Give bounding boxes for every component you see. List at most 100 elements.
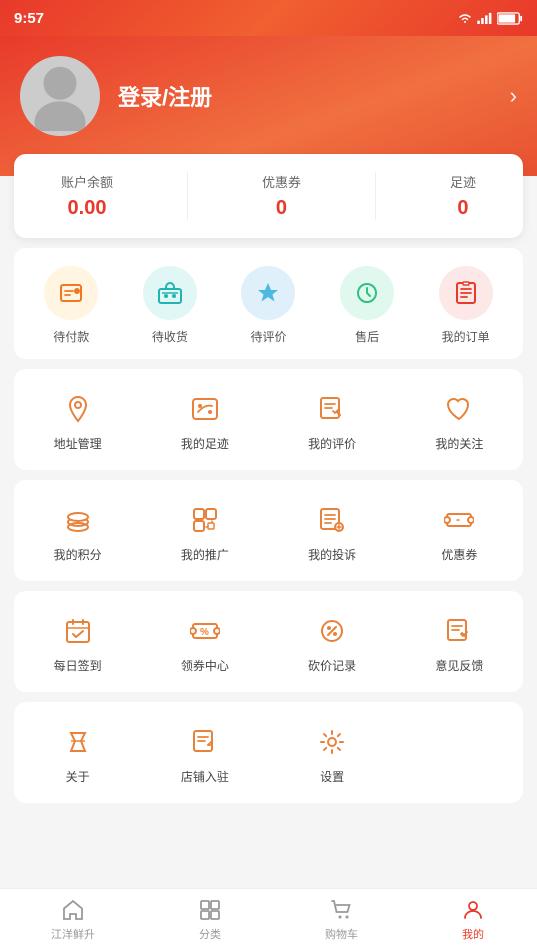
- stats-card: 账户余额 0.00 优惠券 0 足迹 0: [14, 154, 523, 238]
- address-icon: [60, 391, 96, 427]
- grid-item-bargain[interactable]: 砍价记录: [269, 597, 396, 686]
- grid-item-coupon[interactable]: 优惠券: [396, 486, 523, 575]
- points-icon: [60, 502, 96, 538]
- stat-balance[interactable]: 账户余额 0.00: [61, 172, 113, 220]
- grid-row-1: 地址管理 我的足迹 我的评价 我的关注: [14, 375, 523, 464]
- promote-icon: [187, 502, 223, 538]
- grid-item-feedback[interactable]: 意见反馈: [396, 597, 523, 686]
- status-icons: [457, 12, 523, 25]
- grid-item-dailycheckin[interactable]: 每日签到: [14, 597, 141, 686]
- stat-balance-value: 0.00: [68, 197, 107, 220]
- aftersale-icon: [340, 266, 394, 320]
- coupon-icon: [441, 502, 477, 538]
- category-icon: [197, 897, 223, 923]
- about-icon: [60, 724, 96, 760]
- feedback-icon: [441, 613, 477, 649]
- grid-item-footprint[interactable]: 我的足迹: [141, 375, 268, 464]
- status-bar: 9:57: [0, 0, 537, 36]
- nav-category-label: 分类: [199, 926, 221, 942]
- myreview-label: 我的评价: [308, 435, 356, 452]
- pending-receive-label: 待收货: [152, 328, 188, 345]
- stat-footprint-label: 足迹: [450, 172, 476, 191]
- time-display: 9:57: [14, 10, 44, 27]
- feedback-label: 意见反馈: [435, 657, 483, 674]
- pending-pay-icon: [44, 266, 98, 320]
- grid-section-4: 关于 店铺入驻 设置: [14, 702, 523, 803]
- nav-mine-label: 我的: [462, 926, 484, 942]
- orders-section: 待付款 待收货 待评价 售后 我的订单: [14, 248, 523, 359]
- stat-coupon-value: 0: [276, 197, 287, 220]
- shopapply-icon: [187, 724, 223, 760]
- avatar[interactable]: [20, 56, 100, 136]
- wifi-icon: [457, 12, 473, 24]
- my-orders-icon: [439, 266, 493, 320]
- stat-divider-1: [187, 172, 188, 220]
- address-label: 地址管理: [54, 435, 102, 452]
- stat-balance-label: 账户余额: [61, 172, 113, 191]
- grid-item-promote[interactable]: 我的推广: [141, 486, 268, 575]
- grid-section-3: 每日签到 % 领券中心 砍价记录 意见反馈: [14, 591, 523, 692]
- getcoupon-icon: %: [187, 613, 223, 649]
- order-pending-receive[interactable]: 待收货: [143, 266, 197, 345]
- mine-icon: [460, 897, 486, 923]
- grid-item-points[interactable]: 我的积分: [14, 486, 141, 575]
- bargain-label: 砍价记录: [308, 657, 356, 674]
- login-register-text[interactable]: 登录/注册: [118, 80, 492, 112]
- about-label: 关于: [66, 768, 90, 785]
- pending-pay-label: 待付款: [53, 328, 89, 345]
- bargain-icon: [314, 613, 350, 649]
- nav-item-mine[interactable]: 我的: [460, 897, 486, 942]
- grid-item-address[interactable]: 地址管理: [14, 375, 141, 464]
- battery-icon: [497, 12, 523, 25]
- complaint-label: 我的投诉: [308, 546, 356, 563]
- dailycheckin-icon: [60, 613, 96, 649]
- footprint-label: 我的足迹: [181, 435, 229, 452]
- order-pending-review[interactable]: 待评价: [241, 266, 295, 345]
- header-arrow-icon[interactable]: ›: [510, 83, 517, 109]
- grid-item-myfavorite[interactable]: 我的关注: [396, 375, 523, 464]
- coupon-label: 优惠券: [441, 546, 477, 563]
- pending-review-icon: [241, 266, 295, 320]
- shopapply-label: 店铺入驻: [181, 768, 229, 785]
- grid-row-2: 我的积分 我的推广 我的投诉 优惠券: [14, 486, 523, 575]
- cart-icon: [329, 897, 355, 923]
- stat-footprint[interactable]: 足迹 0: [450, 172, 476, 220]
- nav-home-label: 江洋鲜升: [51, 926, 95, 942]
- grid-item-myreview[interactable]: 我的评价: [269, 375, 396, 464]
- order-pending-pay[interactable]: 待付款: [44, 266, 98, 345]
- aftersale-label: 售后: [355, 328, 379, 345]
- myreview-icon: [314, 391, 350, 427]
- myfavorite-label: 我的关注: [435, 435, 483, 452]
- svg-text:%: %: [200, 627, 209, 638]
- grid-item-complaint[interactable]: 我的投诉: [269, 486, 396, 575]
- nav-item-category[interactable]: 分类: [197, 897, 223, 942]
- points-label: 我的积分: [54, 546, 102, 563]
- complaint-icon: [314, 502, 350, 538]
- grid-item-shopapply[interactable]: 店铺入驻: [141, 708, 268, 797]
- grid-item-settings[interactable]: 设置: [269, 708, 396, 797]
- signal-icon: [477, 12, 493, 24]
- dailycheckin-label: 每日签到: [54, 657, 102, 674]
- stat-coupon[interactable]: 优惠券 0: [262, 172, 301, 220]
- grid-row-4: 关于 店铺入驻 设置: [14, 708, 523, 797]
- stat-divider-2: [375, 172, 376, 220]
- myfavorite-icon: [441, 391, 477, 427]
- nav-item-cart[interactable]: 购物车: [325, 897, 358, 942]
- pending-review-label: 待评价: [250, 328, 286, 345]
- bottom-nav: 江洋鲜升 分类 购物车 我的: [0, 888, 537, 952]
- grid-row-3: 每日签到 % 领券中心 砍价记录 意见反馈: [14, 597, 523, 686]
- settings-label: 设置: [320, 768, 344, 785]
- my-orders-label: 我的订单: [442, 328, 490, 345]
- getcoupon-label: 领券中心: [181, 657, 229, 674]
- grid-item-getcoupon[interactable]: % 领券中心: [141, 597, 268, 686]
- settings-icon: [314, 724, 350, 760]
- stat-footprint-value: 0: [457, 197, 468, 220]
- stat-coupon-label: 优惠券: [262, 172, 301, 191]
- nav-item-home[interactable]: 江洋鲜升: [51, 897, 95, 942]
- grid-section-2: 我的积分 我的推广 我的投诉 优惠券: [14, 480, 523, 581]
- home-icon: [60, 897, 86, 923]
- promote-label: 我的推广: [181, 546, 229, 563]
- order-my-orders[interactable]: 我的订单: [439, 266, 493, 345]
- grid-item-about[interactable]: 关于: [14, 708, 141, 797]
- order-aftersale[interactable]: 售后: [340, 266, 394, 345]
